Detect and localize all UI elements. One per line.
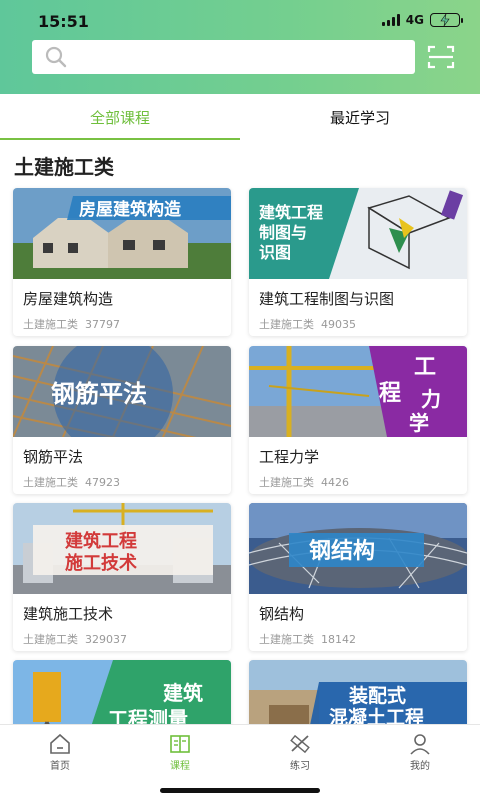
thumb-title: 房屋建筑构造: [79, 199, 182, 220]
thumb-title: 钢结构: [309, 538, 375, 564]
course-count: 37797: [85, 318, 120, 331]
status-icons: 4G: [381, 13, 463, 27]
nav-label: 首页: [50, 761, 70, 772]
course-card[interactable]: 钢筋平法 钢筋平法 土建施工类 47923: [13, 346, 231, 494]
course-thumbnail: 建筑工程 施工技术: [13, 503, 231, 594]
course-meta: 土建施工类 329037: [23, 631, 127, 647]
course-name: 建筑施工技术: [23, 605, 114, 623]
course-count: 18142: [321, 633, 356, 646]
thumb-title: 建筑工程: [259, 203, 323, 222]
thumb-title: 力: [421, 387, 441, 411]
course-meta: 土建施工类 37797: [23, 316, 120, 332]
course-category: 土建施工类: [259, 318, 314, 331]
thumb-title: 工: [414, 355, 436, 380]
course-thumbnail: 房屋建筑构造: [13, 188, 231, 279]
nav-home[interactable]: 首页: [30, 733, 90, 772]
search-input[interactable]: [74, 42, 415, 72]
course-category: 土建施工类: [23, 476, 78, 489]
course-card[interactable]: 建筑工程 制图与 识图 建筑工程制图与识图 土建施工类 49035: [249, 188, 467, 336]
status-time: 15:51: [38, 12, 89, 31]
nav-courses[interactable]: 课程: [150, 733, 210, 772]
course-card[interactable]: 钢结构 钢结构 土建施工类 18142: [249, 503, 467, 651]
thumb-title: 识图: [259, 243, 291, 262]
nav-label: 我的: [410, 761, 430, 772]
status-bar: 15:51 4G: [0, 0, 480, 40]
course-name: 钢筋平法: [23, 448, 84, 466]
course-name: 钢结构: [259, 605, 305, 623]
scan-icon[interactable]: [427, 44, 455, 70]
active-tab-indicator: [0, 138, 240, 140]
course-thumbnail: 钢筋平法: [13, 346, 231, 437]
course-name: 建筑工程制图与识图: [259, 290, 395, 308]
course-count: 4426: [321, 476, 349, 489]
nav-practice[interactable]: 练习: [270, 733, 330, 772]
thumb-title: 施工技术: [65, 552, 137, 574]
thumb-title: 钢筋平法: [51, 380, 147, 408]
course-card[interactable]: 房屋建筑构造 房屋建筑构造 土建施工类 37797: [13, 188, 231, 336]
course-thumbnail: 工 程 力 学: [249, 346, 467, 437]
tab-recent-study[interactable]: 最近学习: [240, 94, 480, 140]
course-meta: 土建施工类 4426: [259, 474, 349, 490]
thumb-title: 建筑工程: [65, 530, 137, 552]
course-meta: 土建施工类 49035: [259, 316, 356, 332]
course-tabs: 全部课程 最近学习: [0, 94, 480, 140]
course-name: 工程力学: [259, 448, 320, 466]
course-count: 329037: [85, 633, 127, 646]
book-icon: [170, 735, 190, 753]
course-category: 土建施工类: [259, 476, 314, 489]
home-indicator[interactable]: [160, 788, 320, 793]
user-icon: [410, 734, 430, 755]
pencil-ruler-icon: [290, 734, 310, 754]
course-count: 49035: [321, 318, 356, 331]
course-category: 土建施工类: [23, 633, 78, 646]
course-count: 47923: [85, 476, 120, 489]
nav-profile[interactable]: 我的: [390, 733, 450, 772]
search-bar[interactable]: [32, 40, 415, 74]
course-card[interactable]: 建筑工程 施工技术 建筑施工技术 土建施工类 329037: [13, 503, 231, 651]
signal-icon: [381, 14, 400, 26]
section-title: 土建施工类: [14, 155, 114, 179]
course-category: 土建施工类: [23, 318, 78, 331]
course-category: 土建施工类: [259, 633, 314, 646]
app-header: 15:51 4G: [0, 0, 480, 94]
course-meta: 土建施工类 47923: [23, 474, 120, 490]
search-icon: [45, 46, 67, 68]
course-name: 房屋建筑构造: [23, 290, 114, 308]
nav-label: 练习: [290, 761, 310, 772]
course-thumbnail: 钢结构: [249, 503, 467, 594]
course-thumbnail: 建筑工程 制图与 识图: [249, 188, 467, 279]
course-meta: 土建施工类 18142: [259, 631, 356, 647]
battery-icon: [430, 13, 463, 27]
thumb-title: 制图与: [259, 223, 307, 242]
network-label: 4G: [405, 13, 424, 27]
thumb-title: 学: [409, 411, 429, 435]
course-card[interactable]: 工 程 力 学 工程力学 土建施工类 4426: [249, 346, 467, 494]
nav-label: 课程: [170, 761, 190, 772]
thumb-title: 装配式: [348, 684, 406, 707]
tab-all-courses[interactable]: 全部课程: [0, 94, 240, 140]
thumb-title: 程: [379, 381, 401, 406]
home-icon: [50, 733, 70, 754]
thumb-title: 建筑: [163, 681, 203, 705]
